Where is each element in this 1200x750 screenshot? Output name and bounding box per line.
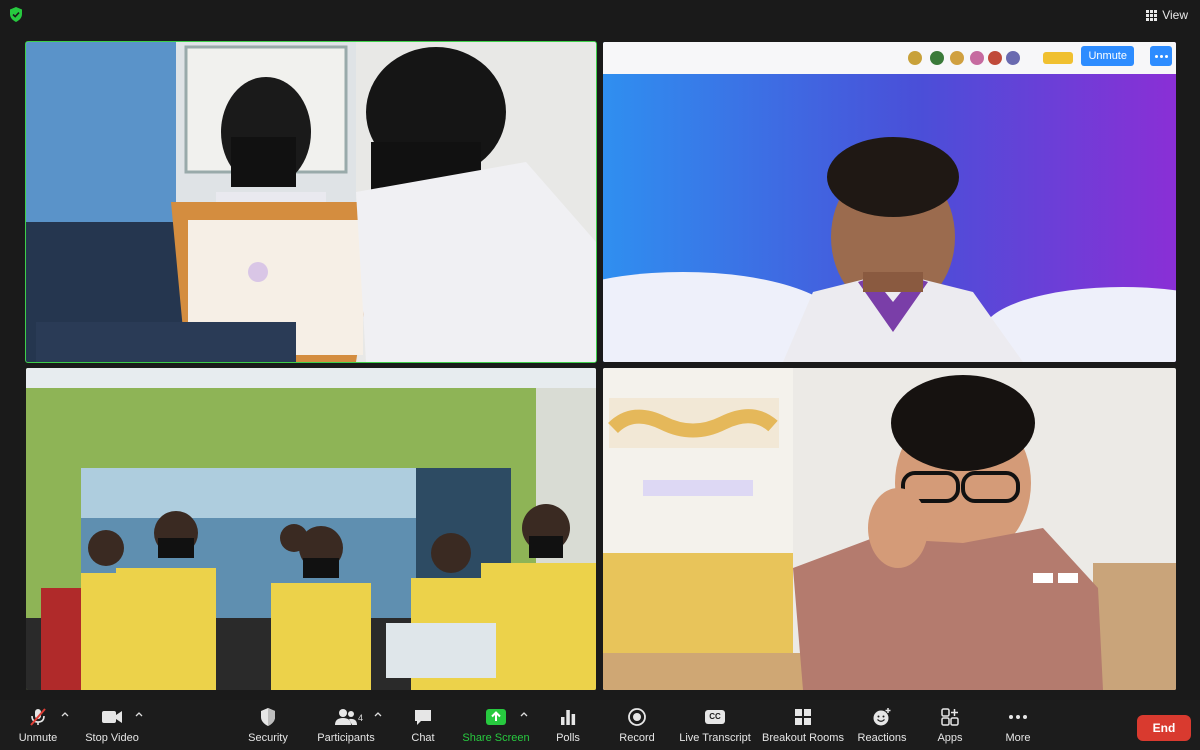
security-label: Security xyxy=(248,732,288,744)
breakout-rooms-grid-icon xyxy=(794,706,812,728)
participants-button[interactable]: Participants xyxy=(315,700,377,750)
live-transcript-button[interactable]: CC Live Transcript xyxy=(678,700,752,750)
participants-count-badge: 4 xyxy=(358,713,364,723)
share-screen-icon xyxy=(485,706,507,728)
record-label: Record xyxy=(619,732,655,744)
more-dots-icon xyxy=(1008,706,1028,728)
video-camera-icon xyxy=(101,706,123,728)
encryption-shield-icon[interactable] xyxy=(9,7,23,22)
audio-options-caret-icon[interactable] xyxy=(61,710,69,718)
video-options-caret-icon[interactable] xyxy=(135,710,143,718)
participants-icon xyxy=(334,706,358,728)
view-button[interactable]: View xyxy=(1146,6,1188,24)
video-feed xyxy=(603,368,1176,690)
unmute-participant-button[interactable]: Unmute xyxy=(1081,46,1134,66)
video-tile-coding-thailand[interactable] xyxy=(603,368,1176,690)
security-shield-icon xyxy=(259,706,277,728)
polls-bar-chart-icon xyxy=(559,706,577,728)
more-options-icon[interactable] xyxy=(1150,46,1172,66)
chat-button[interactable]: Chat xyxy=(403,700,443,750)
share-screen-button[interactable]: Share Screen xyxy=(462,700,530,750)
video-tile-classroom[interactable] xyxy=(26,368,596,690)
meeting-controls-toolbar: Unmute Stop Video Security Participants … xyxy=(0,700,1200,750)
polls-button[interactable]: Polls xyxy=(548,700,588,750)
breakout-rooms-label: Breakout Rooms xyxy=(762,732,844,744)
stop-video-label: Stop Video xyxy=(85,732,139,744)
participants-options-caret-icon[interactable] xyxy=(374,710,382,718)
closed-caption-icon: CC xyxy=(705,706,725,728)
end-meeting-button[interactable]: End xyxy=(1137,715,1191,741)
stop-video-button[interactable]: Stop Video xyxy=(82,700,142,750)
record-button[interactable]: Record xyxy=(616,700,658,750)
video-tile-students-box[interactable] xyxy=(25,41,597,363)
view-label: View xyxy=(1162,8,1188,22)
video-feed xyxy=(603,42,1176,362)
reactions-button[interactable]: Reactions xyxy=(856,700,908,750)
video-feed xyxy=(26,368,596,690)
apps-button[interactable]: Apps xyxy=(930,700,970,750)
meeting-top-bar: View xyxy=(0,0,1200,30)
breakout-rooms-button[interactable]: Breakout Rooms xyxy=(762,700,844,750)
participants-label: Participants xyxy=(317,732,375,744)
grid-view-icon xyxy=(1146,9,1158,21)
polls-label: Polls xyxy=(556,732,580,744)
apps-icon xyxy=(941,706,959,728)
video-tile-host-codekathon[interactable]: Unmute xyxy=(603,42,1176,362)
share-screen-label: Share Screen xyxy=(462,732,530,744)
more-button[interactable]: More xyxy=(998,700,1038,750)
reactions-smiley-icon xyxy=(872,706,892,728)
share-options-caret-icon[interactable] xyxy=(520,710,528,718)
video-feed xyxy=(26,42,596,362)
chat-bubble-icon xyxy=(413,706,433,728)
live-transcript-label: Live Transcript xyxy=(679,732,751,744)
muted-microphone-icon xyxy=(28,706,48,728)
apps-label: Apps xyxy=(937,732,963,744)
unmute-label: Unmute xyxy=(18,732,58,744)
more-label: More xyxy=(1005,732,1031,744)
security-button[interactable]: Security xyxy=(243,700,293,750)
reactions-label: Reactions xyxy=(857,732,907,744)
chat-label: Chat xyxy=(411,732,435,744)
record-icon xyxy=(627,706,647,728)
unmute-button[interactable]: Unmute xyxy=(12,700,64,750)
